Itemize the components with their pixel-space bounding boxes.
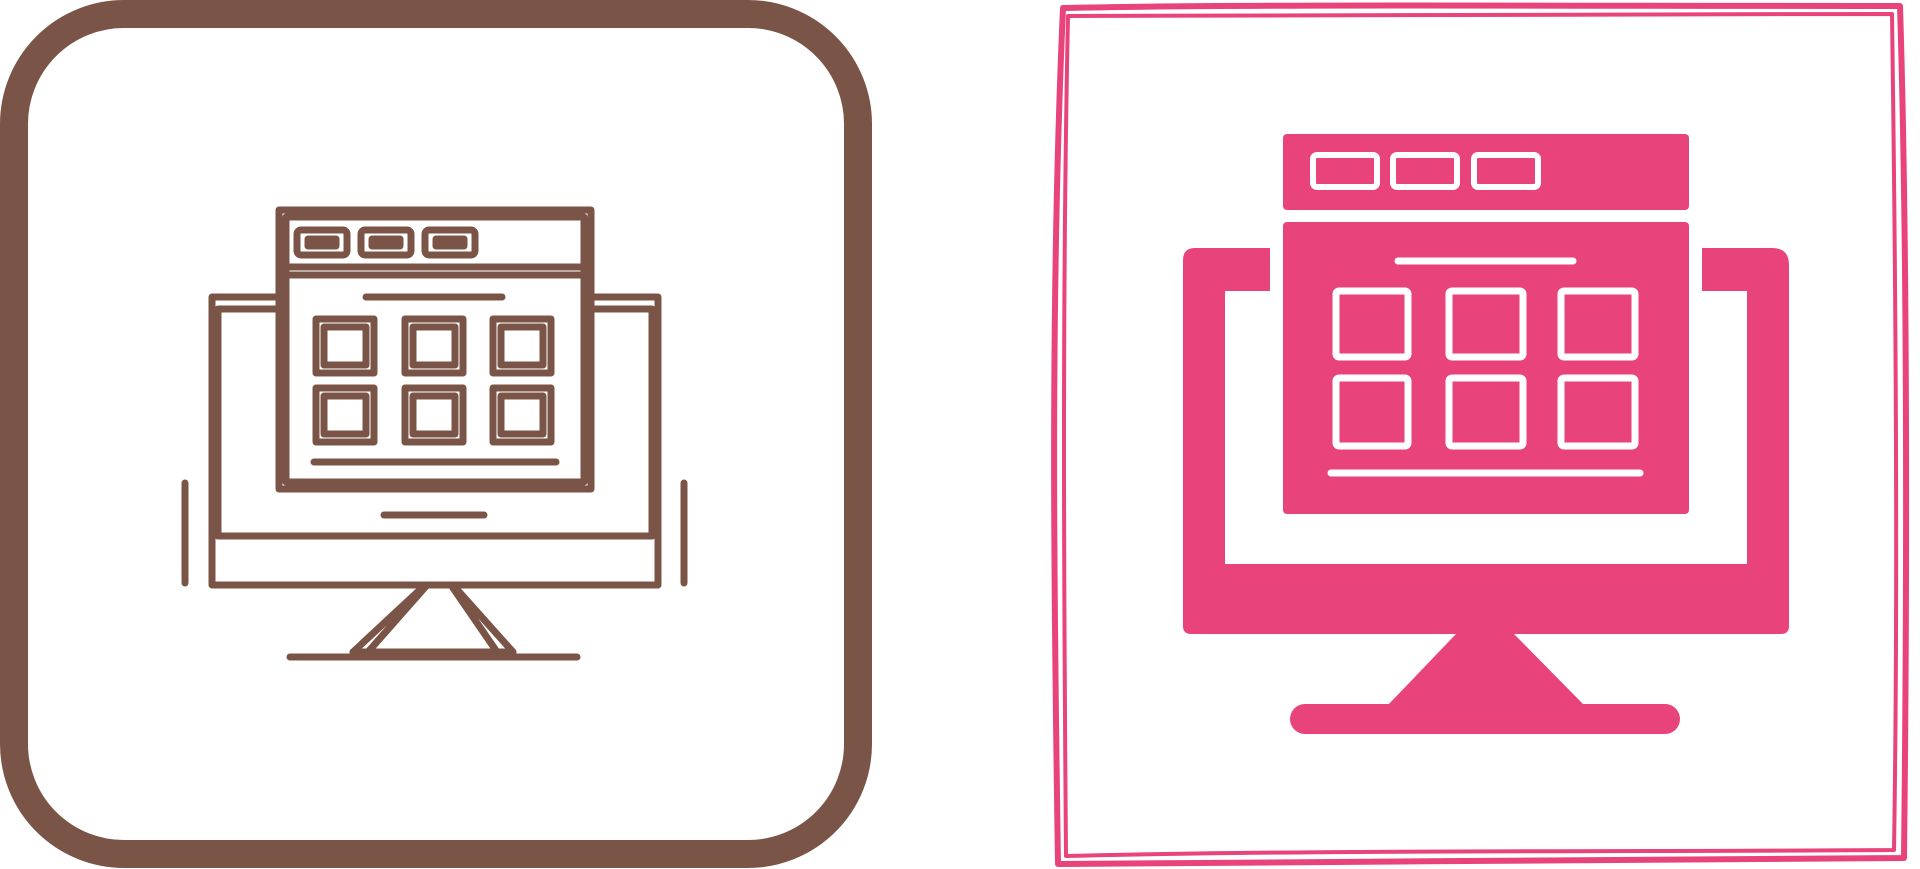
monitor-web-grid-glyph-icon — [1051, 2, 1910, 867]
grid-tile-2-inner — [409, 323, 459, 369]
grid-tile-6-inner — [497, 392, 547, 438]
toolbar-tab-3-inner — [432, 235, 468, 250]
icon-pair-svg — [0, 0, 1910, 868]
grid-tile-5-inner — [409, 392, 459, 438]
toolbar-tab-1-inner — [304, 235, 340, 250]
monitor-web-grid-outline-icon — [0, 0, 872, 868]
glyph-browser-header — [1283, 134, 1689, 210]
glyph-monitor-base — [1290, 704, 1680, 734]
monitor-stand — [349, 581, 517, 656]
toolbar-tab-2-inner — [368, 235, 404, 250]
icon-pair-canvas — [0, 0, 1920, 869]
grid-tile-3-inner — [497, 323, 547, 369]
glyph-monitor-stand — [1387, 634, 1585, 706]
grid-tile-4-inner — [320, 392, 370, 438]
grid-tile-1-inner — [320, 323, 370, 369]
